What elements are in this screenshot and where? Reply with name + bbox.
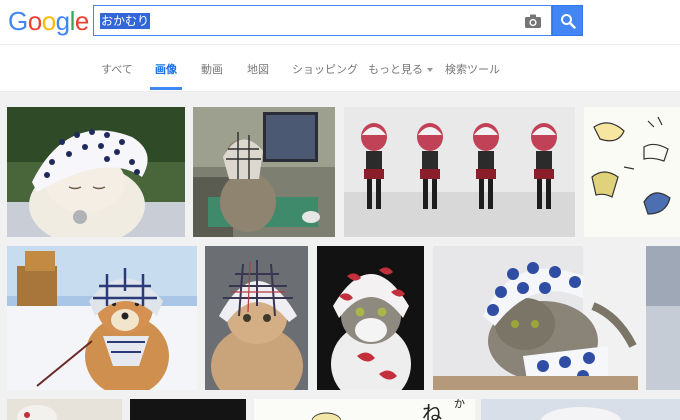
search-query-text[interactable]: おかむり [100,13,151,29]
tab-images[interactable]: 画像 [155,61,177,77]
chevron-down-icon [427,68,433,72]
tab-maps[interactable]: 地図 [247,61,269,77]
image-result-row3-2[interactable] [130,399,246,420]
search-button[interactable] [552,5,583,36]
image-result-cat-blue-tenugui[interactable] [433,246,638,390]
image-result-anime-figure[interactable] [344,107,575,237]
tab-videos[interactable]: 動画 [201,61,223,77]
search-tabs: すべて 画像 動画 地図 ショッピング もっと見る 検索ツール [0,45,680,90]
image-result-row3-1[interactable] [7,399,122,420]
image-result-manga-partial[interactable] [584,107,680,237]
logo-letter-g: G [8,6,28,36]
active-tab-indicator [150,87,182,90]
tab-all[interactable]: すべて [101,61,133,77]
tab-search-tools[interactable]: 検索ツール [445,61,500,77]
tab-shopping[interactable]: ショッピング [292,61,358,77]
search-icon [561,14,576,29]
search-input[interactable]: おかむり [93,5,552,36]
google-logo[interactable]: Google [8,6,89,36]
image-result-partial-right[interactable] [646,246,680,390]
image-result-cat-red-white[interactable] [317,246,424,390]
manga-char-ne: ね [422,401,442,420]
camera-icon[interactable] [524,13,542,29]
tab-more-label: もっと見る [368,63,423,76]
logo-letter-e: e [74,6,89,36]
image-results-grid: ね か [0,91,680,420]
image-result-cat-polka-dot[interactable] [7,107,185,237]
logo-letter-o1: o [27,6,42,36]
image-result-row3-4[interactable] [481,399,680,420]
tab-more[interactable]: もっと見る [368,61,433,77]
image-result-cat-plaid[interactable] [205,246,308,390]
image-result-cat-at-desk[interactable] [193,107,335,237]
image-result-shiba-dog[interactable] [7,246,197,390]
image-result-row3-manga-text[interactable]: ね か [254,399,475,420]
manga-char-ka: か [454,399,465,410]
logo-letter-g2: g [55,6,70,36]
logo-letter-o2: o [41,6,56,36]
